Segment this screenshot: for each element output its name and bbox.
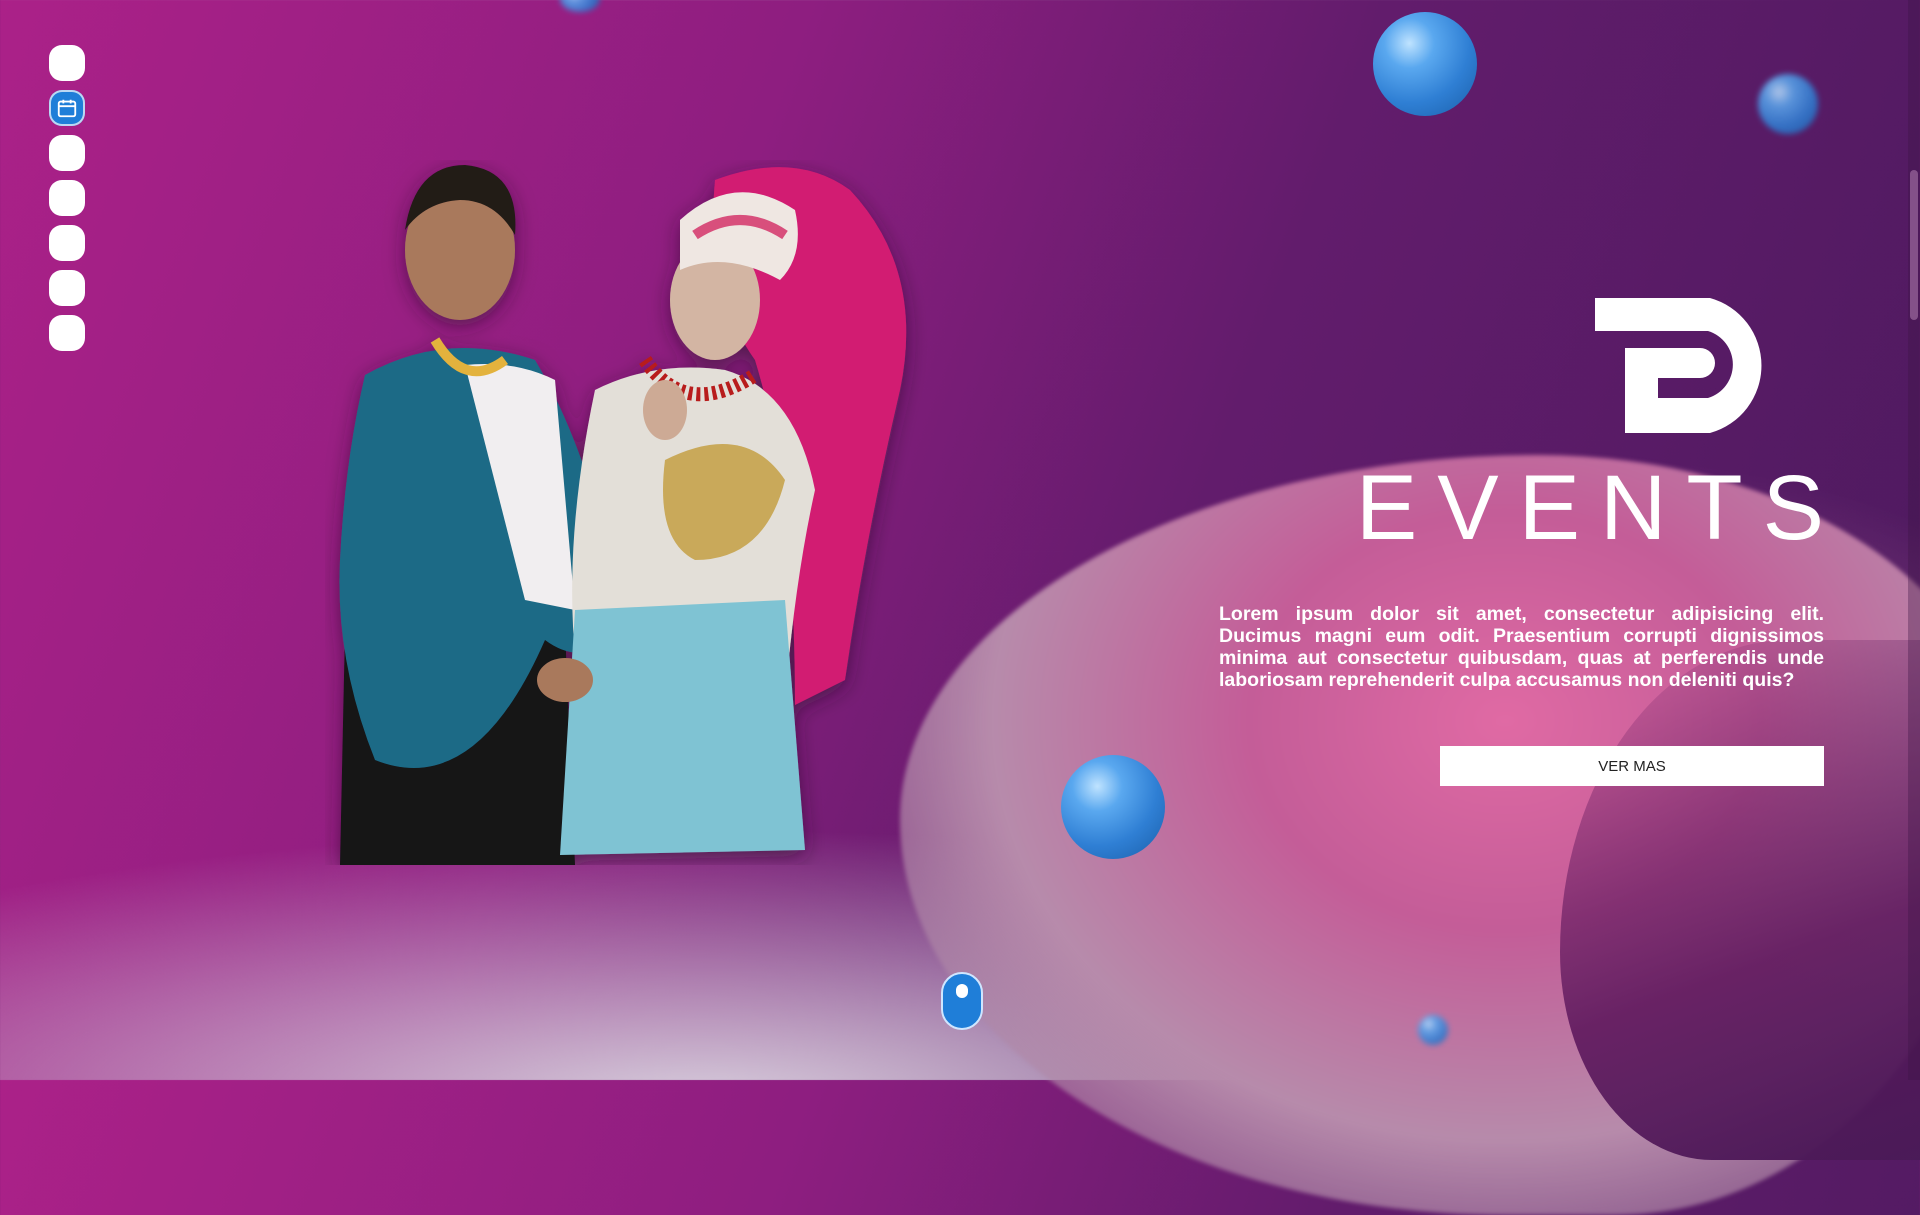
brand-title: EVENTS: [1355, 457, 1844, 559]
calendar-icon: [57, 99, 77, 118]
hero-photo: [339, 165, 907, 865]
decorative-bubble: [560, 0, 600, 12]
scroll-wheel-icon: [956, 984, 968, 998]
decorative-bubble: [1758, 74, 1818, 134]
nav-item-3[interactable]: [49, 135, 85, 171]
nav-item-calendar[interactable]: [49, 90, 85, 126]
side-navigation: [49, 45, 85, 351]
nav-item-5[interactable]: [49, 225, 85, 261]
nav-item-4[interactable]: [49, 180, 85, 216]
ver-mas-button[interactable]: VER MAS: [1440, 746, 1824, 786]
brand-logo: [1595, 298, 1762, 433]
scroll-down-icon[interactable]: [941, 972, 983, 1030]
nav-item-1[interactable]: [49, 45, 85, 81]
nav-item-6[interactable]: [49, 270, 85, 306]
decorative-bubble: [1061, 755, 1165, 859]
nav-item-7[interactable]: [49, 315, 85, 351]
scrollbar-thumb[interactable]: [1910, 170, 1918, 320]
decorative-bubble: [1373, 12, 1477, 116]
hero-description: Lorem ipsum dolor sit amet, consectetur …: [1219, 603, 1824, 691]
decorative-bubble: [1418, 1015, 1448, 1045]
page-scrollbar[interactable]: [1908, 0, 1920, 1080]
